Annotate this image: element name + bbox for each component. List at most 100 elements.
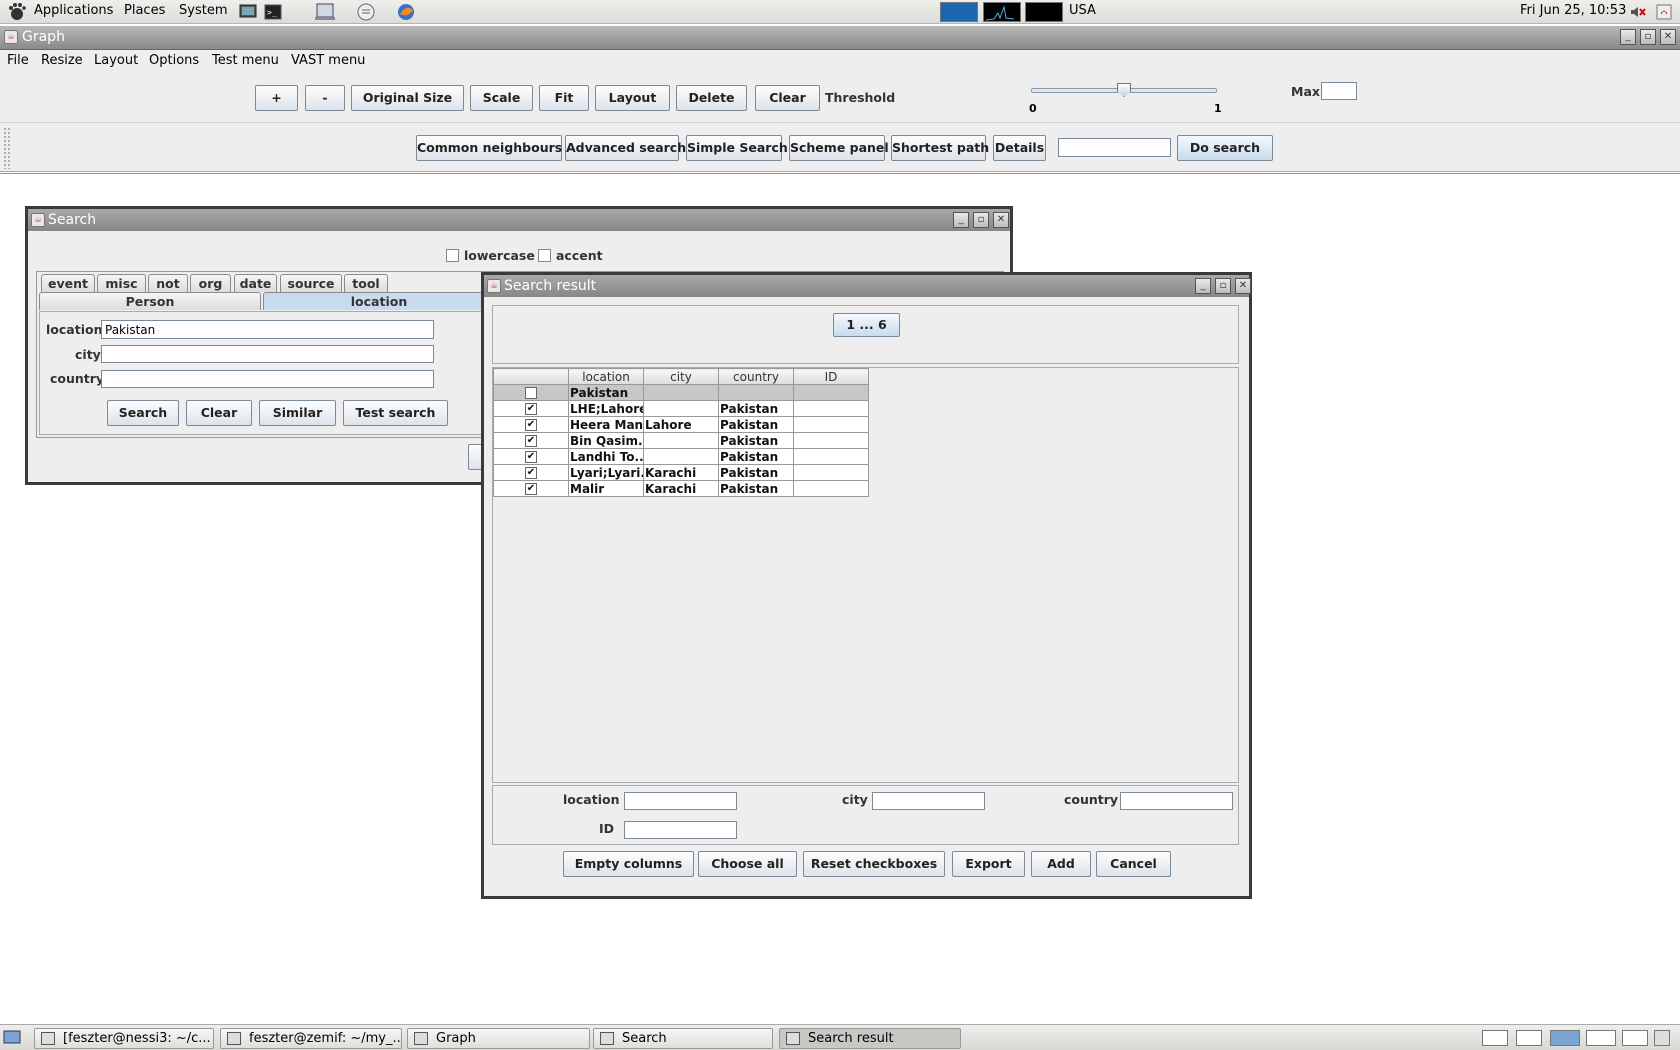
col-header-location[interactable]: location	[568, 368, 644, 385]
menu-applications[interactable]: Applications	[34, 3, 113, 18]
col-header-id[interactable]: ID	[793, 368, 869, 385]
row-checkbox[interactable]	[525, 387, 537, 399]
workspace-4[interactable]	[1586, 1030, 1616, 1046]
cell-city[interactable]: Lahore	[643, 416, 719, 433]
search-query-input[interactable]	[1058, 138, 1171, 157]
row-checkbox-cell[interactable]: ✔	[493, 464, 569, 481]
common-neighbours-button[interactable]: Common neighbours	[416, 135, 562, 161]
minimize-icon[interactable]: _	[1620, 29, 1636, 45]
foot-logo-icon[interactable]	[6, 2, 26, 22]
tab-misc[interactable]: misc	[97, 274, 146, 292]
tab-tool[interactable]: tool	[344, 274, 388, 292]
maximize-icon[interactable]: ▫	[1640, 29, 1656, 45]
page-range-button[interactable]: 1 ... 6	[833, 313, 900, 337]
monitor-icon[interactable]	[238, 2, 258, 22]
cell-country[interactable]: Pakistan	[718, 432, 794, 449]
cell-location[interactable]: Malir	[568, 480, 644, 497]
row-checkbox-cell[interactable]: ✔	[493, 480, 569, 497]
filter-id-input[interactable]	[624, 821, 737, 839]
zoom-in-button[interactable]: +	[255, 85, 298, 111]
similar-button[interactable]: Similar	[259, 400, 336, 426]
table-row[interactable]: ✔ Bin Qasim... Pakistan	[493, 432, 869, 449]
clear-button[interactable]: Clear	[755, 85, 820, 111]
volume-muted-icon[interactable]	[1628, 2, 1648, 22]
test-search-button[interactable]: Test search	[343, 400, 448, 426]
maximize-icon[interactable]: ▫	[1215, 278, 1231, 294]
document-icon[interactable]	[356, 2, 376, 22]
filter-city-input[interactable]	[872, 792, 985, 810]
tab-source[interactable]: source	[280, 274, 342, 292]
table-row[interactable]: ✔ Malir Karachi Pakistan	[493, 480, 869, 497]
cell-id[interactable]	[793, 480, 869, 497]
cell-city[interactable]	[643, 400, 719, 417]
search-result-titlebar[interactable]: ☕ Search result _ ▫ ✕	[484, 275, 1251, 297]
maximize-icon[interactable]: ▫	[973, 212, 989, 228]
java-tray-icon[interactable]	[1654, 2, 1674, 22]
search-button[interactable]: Search	[107, 400, 179, 426]
row-checkbox-cell[interactable]	[493, 384, 569, 401]
graph-window-titlebar[interactable]: ☕ Graph _ ▫ ✕	[0, 26, 1680, 50]
row-checkbox-cell[interactable]: ✔	[493, 448, 569, 465]
cell-id[interactable]	[793, 464, 869, 481]
table-row[interactable]: Pakistan	[493, 384, 869, 401]
workspace-switcher[interactable]	[1482, 1028, 1676, 1049]
table-row[interactable]: ✔ Lyari;Lyari...KarachiPakistan	[493, 464, 869, 481]
threshold-slider[interactable]: 0 1	[1029, 82, 1222, 118]
menu-vast[interactable]: VAST menu	[291, 53, 365, 68]
accent-checkbox[interactable]	[538, 249, 551, 262]
keyboard-layout[interactable]: USA	[1069, 3, 1096, 18]
export-button[interactable]: Export	[952, 851, 1025, 877]
close-icon[interactable]: ✕	[1660, 29, 1676, 45]
cell-id[interactable]	[793, 432, 869, 449]
cell-country[interactable]: Pakistan	[718, 464, 794, 481]
row-checkbox-cell[interactable]: ✔	[493, 416, 569, 433]
col-header-country[interactable]: country	[718, 368, 794, 385]
clock[interactable]: Fri Jun 25, 10:53	[1520, 3, 1626, 18]
menu-resize[interactable]: Resize	[41, 53, 83, 68]
lowercase-checkbox[interactable]	[446, 249, 459, 262]
row-checkbox[interactable]: ✔	[525, 467, 537, 479]
country-field[interactable]	[101, 370, 434, 388]
city-field[interactable]	[101, 345, 434, 363]
shortest-path-button[interactable]: Shortest path	[891, 135, 989, 161]
cell-city[interactable]	[643, 448, 719, 465]
cell-country[interactable]: Pakistan	[718, 448, 794, 465]
cell-id[interactable]	[793, 384, 869, 401]
row-checkbox-cell[interactable]: ✔	[493, 400, 569, 417]
show-desktop-icon[interactable]	[3, 1028, 23, 1048]
location-field[interactable]	[101, 320, 434, 339]
details-button[interactable]: Details	[993, 135, 1046, 161]
menu-places[interactable]: Places	[124, 3, 165, 18]
workspace-2[interactable]	[1516, 1030, 1542, 1046]
advanced-search-button[interactable]: Advanced search	[565, 135, 686, 161]
workspace-5[interactable]	[1622, 1030, 1648, 1046]
layout-button[interactable]: Layout	[595, 85, 670, 111]
taskbar-item[interactable]: Search result	[779, 1028, 961, 1049]
tab-person[interactable]: Person	[39, 292, 261, 310]
taskbar-item[interactable]: feszter@zemif: ~/my_...	[220, 1028, 402, 1049]
filter-location-input[interactable]	[624, 792, 737, 810]
filter-country-input[interactable]	[1120, 792, 1233, 810]
terminal-icon[interactable]: >_	[263, 2, 283, 22]
drag-handle[interactable]	[3, 127, 11, 169]
trash-icon[interactable]	[1654, 1030, 1670, 1046]
simple-search-button[interactable]: Simple Search	[686, 135, 788, 161]
cell-location[interactable]: Heera Man...	[568, 416, 644, 433]
menu-file[interactable]: File	[7, 53, 29, 68]
network-icon[interactable]	[314, 2, 335, 22]
cell-city[interactable]	[643, 384, 719, 401]
row-checkbox[interactable]: ✔	[525, 483, 537, 495]
row-checkbox[interactable]: ✔	[525, 451, 537, 463]
tab-location[interactable]: location	[263, 292, 495, 310]
menu-system[interactable]: System	[179, 3, 227, 18]
row-checkbox[interactable]: ✔	[525, 403, 537, 415]
taskbar-item[interactable]: [feszter@nessi3: ~/c...	[34, 1028, 214, 1049]
close-icon[interactable]: ✕	[993, 212, 1009, 228]
minimize-icon[interactable]: _	[1195, 278, 1211, 294]
table-row[interactable]: ✔ LHE;Lahore Pakistan	[493, 400, 869, 417]
cell-id[interactable]	[793, 400, 869, 417]
minimize-icon[interactable]: _	[953, 212, 969, 228]
cell-city[interactable]	[643, 432, 719, 449]
cell-country[interactable]	[718, 384, 794, 401]
cell-city[interactable]: Karachi	[643, 464, 719, 481]
